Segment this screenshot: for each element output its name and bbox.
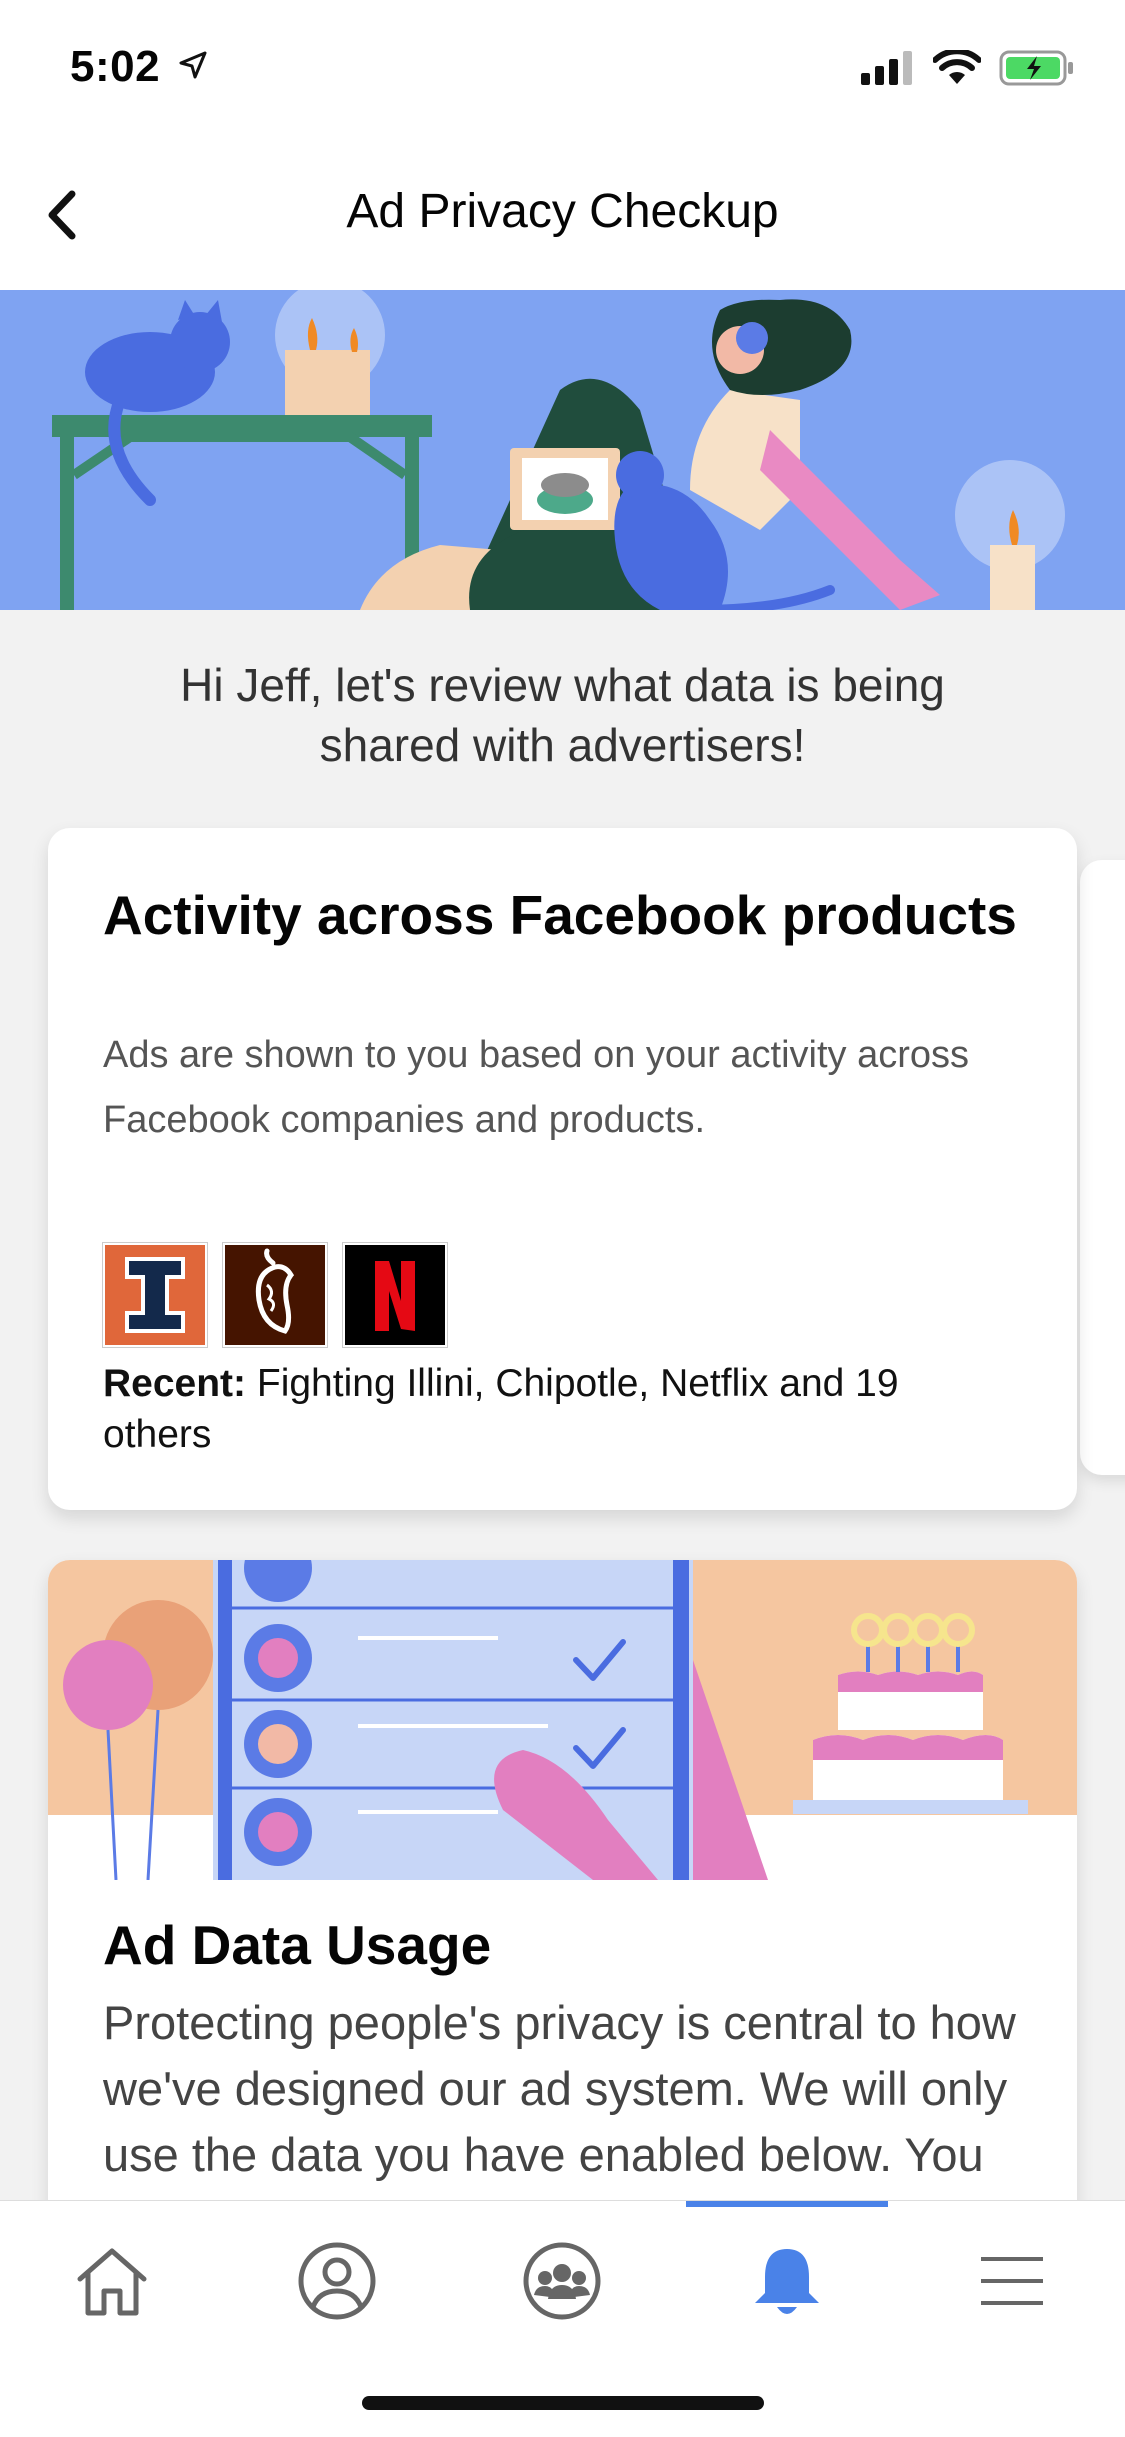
activity-card[interactable]: Activity across Facebook products Ads ar…	[48, 828, 1077, 1510]
menu-icon	[981, 2257, 1043, 2305]
activity-card-description: Ads are shown to you based on your activ…	[103, 1034, 970, 1141]
ad-data-usage-title: Ad Data Usage	[103, 1914, 492, 1976]
netflix-logo-art	[375, 1261, 415, 1331]
profile-icon	[298, 2242, 376, 2320]
hero-illustration	[0, 290, 1125, 610]
active-tab-indicator	[686, 2201, 888, 2207]
home-icon	[77, 2248, 147, 2316]
netflix-logo	[342, 1242, 448, 1348]
notifications-tab[interactable]	[727, 2231, 847, 2331]
recent-logos	[102, 1242, 448, 1348]
profile-tab[interactable]	[277, 2231, 397, 2331]
signal-icon	[861, 51, 912, 85]
illini-logo-art	[125, 1257, 185, 1333]
page-title: Ad Privacy Checkup	[346, 185, 779, 238]
groups-tab[interactable]	[502, 2231, 622, 2331]
status-icons	[861, 50, 1075, 86]
next-card-peek[interactable]	[1080, 860, 1125, 1475]
chipotle-logo-art	[255, 1248, 295, 1334]
activity-card-title: Activity across Facebook products	[103, 884, 1017, 946]
hero-illustration-art	[52, 290, 1065, 610]
intro-text: Hi Jeff, let's review what data is being…	[180, 659, 945, 771]
wifi-icon	[933, 50, 981, 84]
bell-icon	[755, 2249, 819, 2314]
home-tab[interactable]	[52, 2231, 172, 2331]
ad-data-illustration	[48, 1560, 1077, 1880]
navigation-bar: Ad Privacy Checkup	[0, 140, 1125, 290]
recent-label: Recent:	[103, 1362, 247, 1405]
status-time: 5:02	[70, 42, 161, 91]
status-bar: 5:02	[0, 0, 1125, 140]
recent-activity: Recent: Fighting Illini, Chipotle, Netfl…	[103, 1358, 1007, 1460]
location-arrow-icon	[179, 51, 207, 79]
home-indicator	[362, 2396, 764, 2410]
menu-tab[interactable]	[952, 2231, 1072, 2331]
ad-data-usage-card[interactable]: Ad Data Usage Protecting people's privac…	[48, 1560, 1077, 2260]
illini-logo	[102, 1242, 208, 1348]
chipotle-logo	[222, 1242, 328, 1348]
groups-icon	[523, 2242, 601, 2320]
battery-icon	[999, 50, 1073, 86]
